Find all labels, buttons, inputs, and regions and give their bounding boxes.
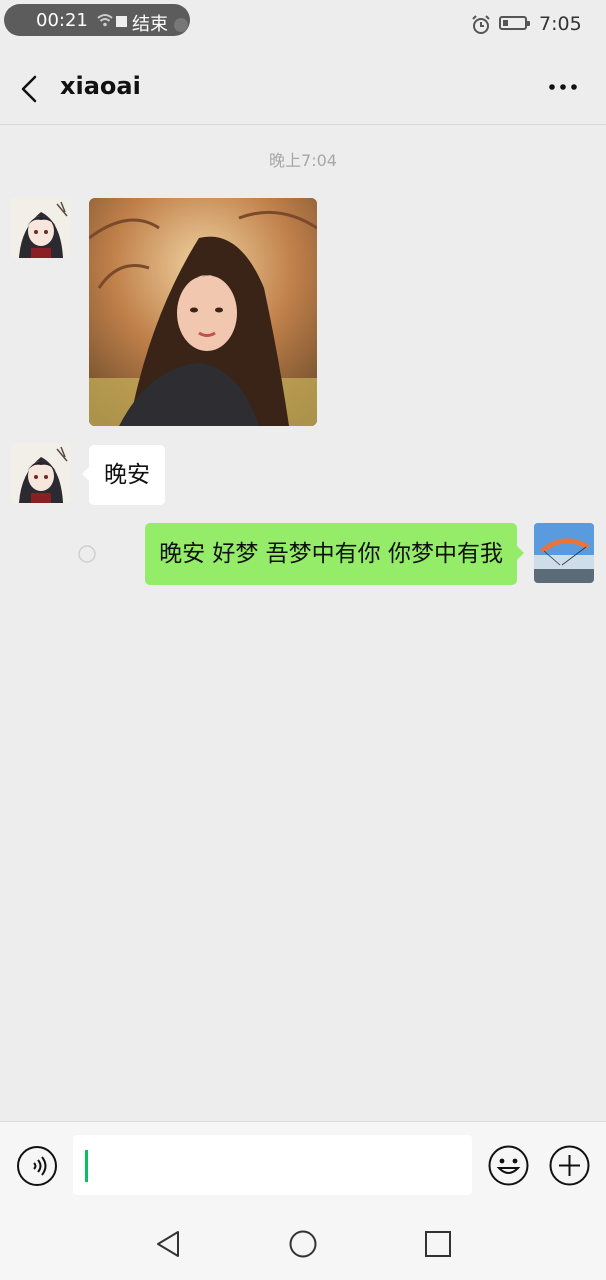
call-status-pill[interactable]: 00:21 结束 xyxy=(4,4,190,36)
nav-home-icon[interactable] xyxy=(288,1229,318,1259)
paraglider-avatar-icon xyxy=(534,523,594,583)
back-icon[interactable] xyxy=(18,74,40,104)
input-bar xyxy=(0,1121,606,1210)
call-duration: 00:21 xyxy=(36,10,88,31)
anime-avatar-icon xyxy=(11,198,71,258)
contact-avatar[interactable] xyxy=(11,443,71,503)
emoji-icon[interactable] xyxy=(487,1144,530,1187)
anime-avatar-icon xyxy=(11,443,71,503)
system-navigation-bar xyxy=(0,1209,606,1280)
portrait-photo-icon xyxy=(89,198,317,426)
alarm-icon xyxy=(472,15,490,34)
status-bar: 00:21 结束 7:05 xyxy=(0,0,606,50)
incoming-message-bubble[interactable]: 晚安 xyxy=(82,445,165,505)
voice-icon[interactable] xyxy=(16,1145,58,1187)
more-icon[interactable] xyxy=(548,83,578,91)
contact-avatar[interactable] xyxy=(11,198,71,258)
clock: 7:05 xyxy=(539,13,582,35)
recording-icon xyxy=(116,16,127,27)
my-avatar[interactable] xyxy=(534,523,594,583)
message-input[interactable] xyxy=(73,1135,472,1195)
call-end-label[interactable]: 结束 xyxy=(132,10,168,36)
chat-title: xiaoai xyxy=(60,72,141,100)
mic-icon xyxy=(174,18,188,32)
outgoing-message-bubble[interactable]: 晚安 好梦 吾梦中有你 你梦中有我 xyxy=(145,523,524,585)
sending-status-icon xyxy=(78,545,96,563)
message-timestamp: 晚上7:04 xyxy=(269,151,337,170)
wifi-icon xyxy=(97,14,113,27)
nav-back-icon[interactable] xyxy=(154,1229,182,1259)
photo-message[interactable] xyxy=(89,198,317,426)
plus-icon[interactable] xyxy=(548,1144,591,1187)
nav-recent-apps-icon[interactable] xyxy=(424,1230,452,1258)
chat-header: xiaoai xyxy=(0,52,606,125)
text-caret xyxy=(85,1150,88,1182)
battery-icon xyxy=(499,16,530,30)
